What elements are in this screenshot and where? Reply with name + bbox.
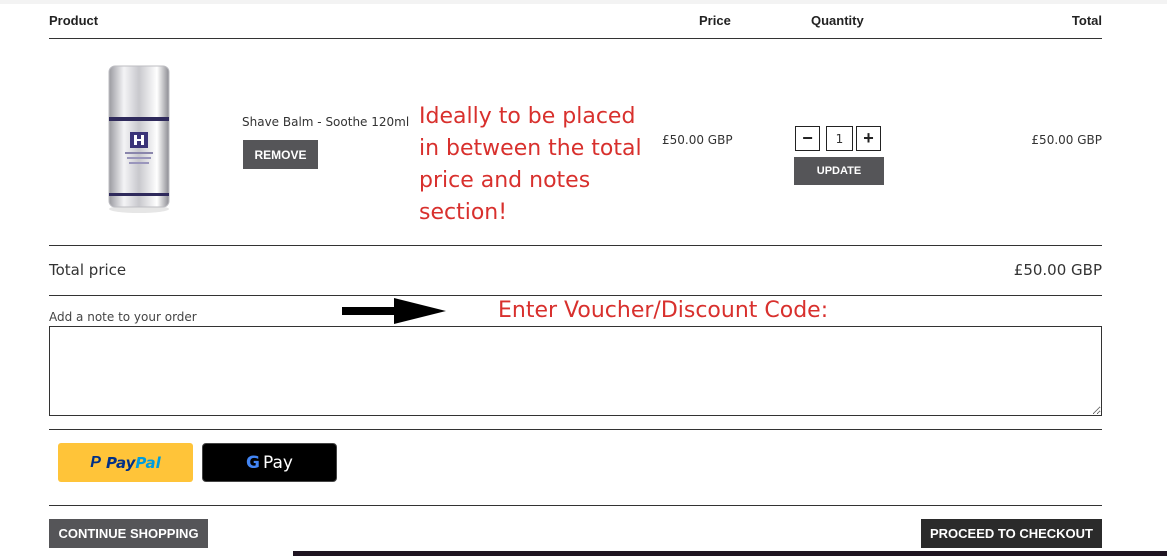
bottom-strip	[293, 551, 1167, 556]
header-total: Total	[1071, 13, 1102, 28]
continue-shopping-button[interactable]: CONTINUE SHOPPING	[49, 519, 208, 548]
item-price: £50.00 GBP	[662, 133, 733, 147]
google-pay-button[interactable]: G Pay	[202, 443, 337, 482]
remove-button[interactable]: REMOVE	[243, 140, 318, 169]
total-price-value: £50.00 GBP	[1013, 261, 1102, 279]
quantity-increase-button[interactable]: +	[856, 126, 881, 151]
header-quantity: Quantity	[811, 13, 864, 28]
update-button[interactable]: UPDATE	[794, 157, 884, 185]
order-note-label: Add a note to your order	[49, 310, 197, 324]
annotation-voucher-code: Enter Voucher/Discount Code:	[498, 298, 829, 323]
google-g-icon: G	[246, 452, 260, 473]
cart-table-header: Product Price Quantity Total	[49, 12, 1102, 39]
top-bar	[0, 0, 1167, 4]
paypal-logo-icon: P	[90, 453, 101, 471]
item-line-total: £50.00 GBP	[1031, 133, 1102, 147]
annotation-placement-note: Ideally to be placed in between the tota…	[419, 104, 642, 225]
order-note-textarea[interactable]	[49, 326, 1102, 416]
divider	[49, 245, 1102, 246]
product-image[interactable]	[103, 62, 175, 214]
quantity-input[interactable]	[826, 126, 853, 151]
total-price-label: Total price	[49, 261, 127, 279]
paypal-button[interactable]: P PayPal	[58, 443, 193, 482]
header-product: Product	[49, 13, 99, 28]
proceed-to-checkout-button[interactable]: PROCEED TO CHECKOUT	[921, 519, 1102, 548]
google-pay-label: Pay	[263, 452, 293, 473]
arrow-right-icon	[342, 298, 446, 324]
product-name[interactable]: Shave Balm - Soothe 120ml	[242, 115, 409, 129]
divider	[49, 295, 1102, 296]
paypal-wordmark: PayPal	[105, 453, 161, 472]
divider	[49, 429, 1102, 430]
divider	[49, 505, 1102, 506]
header-price: Price	[699, 13, 731, 28]
quantity-decrease-button[interactable]: −	[795, 126, 820, 151]
